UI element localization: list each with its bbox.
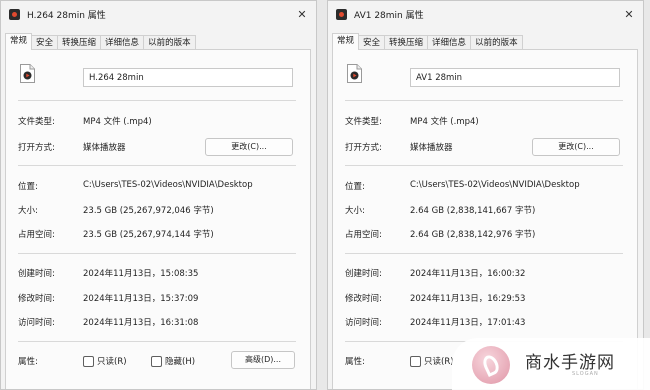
open-with-value: 媒体播放器 [410, 143, 453, 153]
checkbox-box[interactable] [410, 355, 421, 367]
properties-window-h264: H.264 28min 属性 ✕ 常规 安全 转换压缩 详细信息 以前的版本 文… [0, 0, 317, 390]
file-name-input[interactable] [83, 68, 293, 87]
title-bar[interactable]: H.264 28min 属性 ✕ [1, 1, 316, 28]
size-on-disk-value: 2.64 GB (2,838,142,976 字节) [410, 230, 536, 240]
hidden-label: 隐藏(H) [165, 357, 196, 367]
attributes-label: 属性: [18, 357, 38, 367]
file-type-value: MP4 文件 (.mp4) [410, 117, 479, 127]
created-label: 创建时间: [18, 269, 55, 279]
readonly-checkbox[interactable]: 只读(R) [83, 355, 127, 367]
change-button[interactable]: 更改(C)... [205, 138, 293, 156]
tab-general[interactable]: 常规 [332, 33, 360, 50]
size-value: 2.64 GB (2,838,141,667 字节) [410, 206, 536, 216]
file-type-value: MP4 文件 (.mp4) [83, 117, 152, 127]
tab-details[interactable]: 详细信息 [100, 35, 145, 50]
checkbox-box[interactable] [83, 355, 94, 367]
checkbox-box[interactable] [151, 355, 162, 367]
divider [345, 253, 623, 254]
accessed-label: 访问时间: [345, 318, 382, 328]
change-button[interactable]: 更改(C)... [532, 138, 620, 156]
size-on-disk-label: 占用空间: [345, 230, 382, 240]
size-value: 23.5 GB (25,267,972,046 字节) [83, 206, 214, 216]
video-file-icon [347, 64, 362, 83]
tab-previous-versions[interactable]: 以前的版本 [143, 35, 196, 50]
open-with-label: 打开方式: [345, 143, 382, 153]
size-label: 大小: [18, 206, 38, 216]
divider [18, 341, 296, 342]
location-value: C:\Users\TES-02\Videos\NVIDIA\Desktop [83, 180, 253, 190]
size-on-disk-value: 23.5 GB (25,267,974,144 字节) [83, 230, 214, 240]
divider [345, 165, 623, 166]
tab-general[interactable]: 常规 [5, 33, 33, 50]
general-tab-panel: 文件类型: MP4 文件 (.mp4) 打开方式: 媒体播放器 更改(C)...… [5, 49, 311, 389]
tab-previous-versions[interactable]: 以前的版本 [470, 35, 523, 50]
media-file-icon [9, 9, 20, 20]
location-label: 位置: [345, 182, 365, 192]
readonly-checkbox[interactable]: 只读(R) [410, 355, 454, 367]
tab-security[interactable]: 安全 [31, 35, 59, 50]
close-button[interactable]: ✕ [292, 5, 312, 23]
hidden-checkbox[interactable]: 隐藏(H) [151, 355, 195, 367]
file-type-label: 文件类型: [345, 117, 382, 127]
modified-label: 修改时间: [18, 294, 55, 304]
accessed-label: 访问时间: [18, 318, 55, 328]
divider [18, 100, 296, 101]
tab-security[interactable]: 安全 [358, 35, 386, 50]
media-file-icon [336, 9, 347, 20]
size-on-disk-label: 占用空间: [18, 230, 55, 240]
tab-strip: 常规 安全 转换压缩 详细信息 以前的版本 [332, 33, 523, 50]
tab-strip: 常规 安全 转换压缩 详细信息 以前的版本 [5, 33, 196, 50]
modified-value: 2024年11月13日，16:29:53 [410, 294, 526, 304]
video-file-icon [20, 64, 35, 83]
open-with-label: 打开方式: [18, 143, 55, 153]
properties-window-av1: AV1 28min 属性 ✕ 常规 安全 转换压缩 详细信息 以前的版本 文件类… [327, 0, 644, 390]
tab-compression[interactable]: 转换压缩 [384, 35, 429, 50]
close-button[interactable]: ✕ [619, 5, 639, 23]
divider [345, 100, 623, 101]
created-label: 创建时间: [345, 269, 382, 279]
window-title: H.264 28min 属性 [27, 11, 106, 21]
modified-value: 2024年11月13日，15:37:09 [83, 294, 199, 304]
accessed-value: 2024年11月13日，16:31:08 [83, 318, 199, 328]
readonly-label: 只读(R) [97, 357, 127, 367]
watermark-logo-icon [472, 346, 510, 384]
modified-label: 修改时间: [345, 294, 382, 304]
created-value: 2024年11月13日，16:00:32 [410, 269, 526, 279]
attributes-label: 属性: [345, 357, 365, 367]
location-label: 位置: [18, 182, 38, 192]
tab-compression[interactable]: 转换压缩 [57, 35, 102, 50]
size-label: 大小: [345, 206, 365, 216]
window-title: AV1 28min 属性 [354, 11, 424, 21]
advanced-button[interactable]: 高级(D)... [231, 351, 295, 369]
open-with-value: 媒体播放器 [83, 143, 126, 153]
tab-details[interactable]: 详细信息 [427, 35, 472, 50]
created-value: 2024年11月13日，15:08:35 [83, 269, 199, 279]
watermark-text: 商水手游网 [525, 353, 615, 373]
divider [18, 253, 296, 254]
title-bar[interactable]: AV1 28min 属性 ✕ [328, 1, 643, 28]
watermark-slogan: SLOGAN [572, 371, 599, 377]
file-type-label: 文件类型: [18, 117, 55, 127]
location-value: C:\Users\TES-02\Videos\NVIDIA\Desktop [410, 180, 580, 190]
watermark: 商水手游网 SLOGAN [452, 338, 650, 390]
divider [18, 165, 296, 166]
readonly-label: 只读(R) [424, 357, 454, 367]
file-name-input[interactable] [410, 68, 620, 87]
accessed-value: 2024年11月13日，17:01:43 [410, 318, 526, 328]
